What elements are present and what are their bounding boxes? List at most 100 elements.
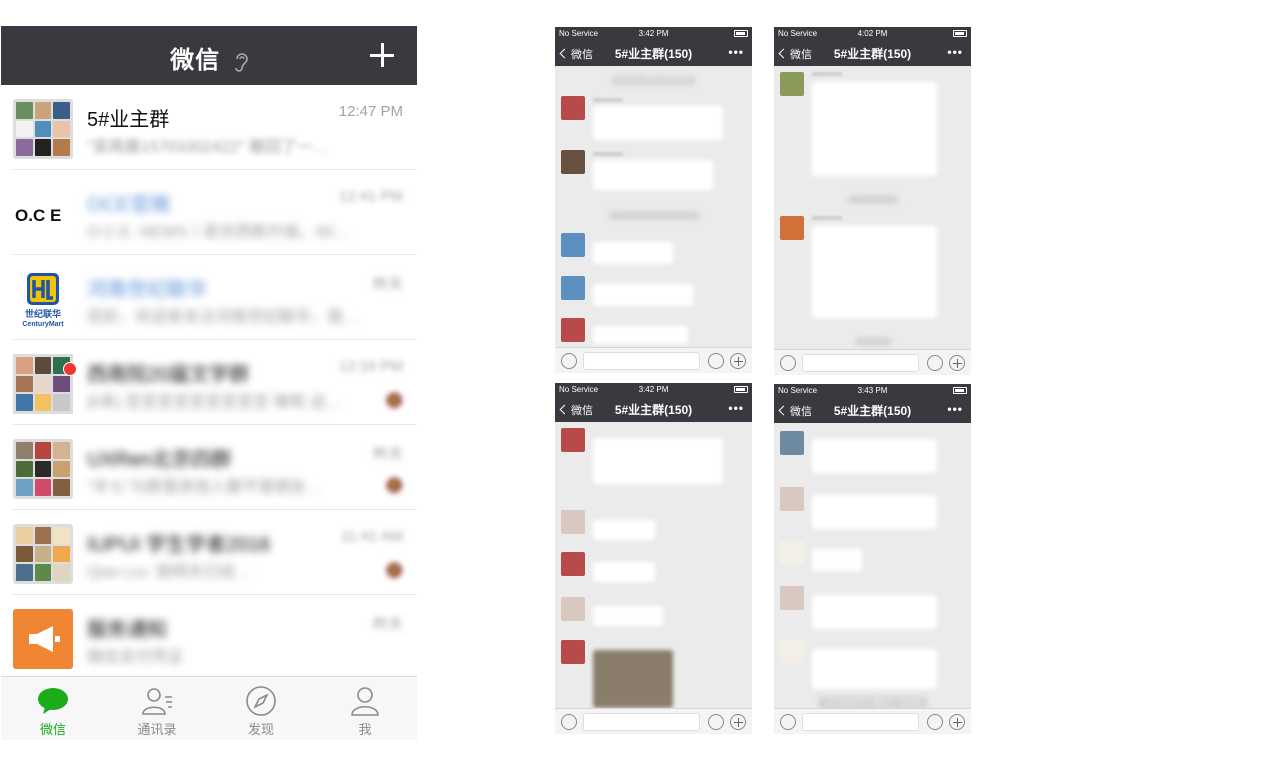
group-avatar (13, 99, 73, 159)
time-tip: Jun 24, 2018 12:34 PM (612, 76, 695, 85)
message-bubble (812, 82, 937, 176)
message-bubble (593, 562, 655, 582)
wechat-main-screen: 微信 5#业主群 12:47 PM "吴雨晨15703302422" 撤回了一…… (1, 26, 417, 740)
chat-name: OCE官微 (87, 194, 171, 216)
message-bubble (593, 242, 673, 264)
group-avatar (13, 439, 73, 499)
emoji-icon[interactable] (708, 353, 724, 369)
more-icon[interactable]: ••• (728, 401, 744, 415)
mute-bell-icon: 🔕 (385, 477, 403, 493)
message-bubble (593, 106, 723, 140)
status-time: 3:42 PM (638, 385, 669, 394)
more-icon[interactable]: ••• (728, 45, 744, 59)
tab-label: 我 (358, 722, 372, 737)
centurymart-logo: 世纪联华 CenturyMart (13, 269, 73, 329)
chat-name: IUPUI 学生学者2016 (87, 534, 271, 556)
battery-icon (953, 387, 967, 394)
tab-label: 通讯录 (137, 722, 177, 737)
chat-name: 5#业主群 (87, 109, 170, 131)
chat-row[interactable]: IUPUI 学生学者2016 11:41 AM Qian Liu: 我明天已经…… (13, 510, 417, 595)
emoji-icon[interactable] (927, 714, 943, 730)
sender-avatar (561, 96, 585, 120)
add-icon[interactable] (949, 355, 965, 371)
status-time: 3:43 PM (857, 386, 888, 395)
status-time: 3:42 PM (638, 29, 669, 38)
emoji-icon[interactable] (708, 714, 724, 730)
chat-name: 服务通知 (87, 619, 167, 641)
emoji-icon[interactable] (927, 355, 943, 371)
more-icon[interactable]: ••• (947, 402, 963, 416)
status-bar: No Service 3:43 PM (774, 384, 971, 397)
chat-screen: No Service 3:42 PM 微信 5#业主群(150) ••• Jun… (555, 27, 752, 373)
sender-nick (812, 72, 842, 76)
chat-bubble-icon (38, 688, 68, 714)
tab-me[interactable]: 我 (313, 677, 417, 740)
message-bubble (593, 326, 688, 344)
sender-avatar (780, 639, 804, 663)
screenshot-collage: 微信 5#业主群 12:47 PM "吴雨晨15703302422" 撤回了一…… (0, 0, 1280, 768)
chat-title: 5#业主群(150) (614, 403, 693, 417)
input-bar (774, 349, 971, 375)
message-input[interactable] (802, 713, 919, 731)
add-icon[interactable] (949, 714, 965, 730)
battery-icon (953, 30, 967, 37)
chat-row[interactable]: 世纪联华 CenturyMart 河南世纪联华 昨天 您好，欢迎来关注河南世纪联… (13, 255, 417, 340)
chat-screen: No Service 4:02 PM 微信 5#业主群(150) ••• (774, 27, 971, 375)
message-input[interactable] (583, 352, 700, 370)
message-input[interactable] (583, 713, 700, 731)
message-input[interactable] (802, 354, 919, 372)
message-bubble (812, 549, 862, 571)
message-bubble (812, 595, 937, 629)
voice-icon[interactable] (561, 714, 577, 730)
chat-row[interactable]: 5#业主群 12:47 PM "吴雨晨15703302422" 撤回了一… (13, 85, 417, 170)
chat-time: 11:41 AM (340, 528, 403, 545)
message-bubble (593, 438, 723, 484)
chat-title: 5#业主群(150) (833, 404, 912, 418)
input-bar (774, 708, 971, 734)
chat-preview: "吴雨晨15703302422" 撤回了一… (87, 139, 329, 156)
system-tip (847, 196, 898, 203)
sender-nick (593, 98, 623, 102)
chat-name: 河南世纪联华 (87, 279, 207, 301)
chat-preview: Qian Liu: 我明天已经… (87, 564, 252, 581)
add-icon[interactable] (730, 353, 746, 369)
chat-nav-bar: 微信 5#业主群(150) ••• (555, 396, 752, 422)
voice-icon[interactable] (561, 353, 577, 369)
sender-avatar (780, 541, 804, 565)
message-bubble (812, 439, 937, 473)
message-bubble (593, 160, 713, 190)
tab-discover[interactable]: 发现 (209, 677, 313, 740)
tab-bar: 微信 通讯录 发现 我 (1, 676, 417, 740)
plus-icon[interactable] (367, 40, 397, 70)
oce-logo: O.C E (13, 184, 73, 244)
chat-nav-bar: 微信 5#业主群(150) ••• (555, 40, 752, 66)
chat-row[interactable]: 服务通知 昨天 微信支付凭证 (13, 595, 417, 680)
main-title: 微信 (1, 40, 417, 75)
chat-row[interactable]: O.C E OCE官微 12:41 PM O.C.E. NEWS丨若衣而新升级，… (13, 170, 417, 255)
message-area (774, 66, 971, 349)
sender-avatar (780, 586, 804, 610)
main-title-text: 微信 (170, 47, 221, 74)
sender-avatar (561, 552, 585, 576)
voice-icon[interactable] (780, 714, 796, 730)
more-icon[interactable]: ••• (947, 45, 963, 59)
logo-en-text: CenturyMart (22, 321, 64, 328)
tab-contacts[interactable]: 通讯录 (105, 677, 209, 740)
message-area: Jun 24, 2018 12:34 PM (555, 66, 752, 347)
system-tip (854, 338, 891, 345)
chat-time: 昨天 (372, 446, 403, 463)
person-icon (351, 687, 379, 716)
chat-row[interactable]: 西南院20届文学群 12:16 PM [6条] 至至至至至至至至至 哪呢 这… … (13, 340, 417, 425)
add-icon[interactable] (730, 714, 746, 730)
voice-icon[interactable] (780, 355, 796, 371)
chat-row[interactable]: UXRen北京四群 昨天 "丰七"与群里其他人都不是朋友… 🔕 (13, 425, 417, 510)
contacts-icon (142, 688, 172, 715)
message-bubble (812, 226, 937, 318)
sender-avatar (561, 276, 585, 300)
status-bar: No Service 3:42 PM (555, 27, 752, 40)
sender-nick (812, 216, 842, 220)
tab-wechat[interactable]: 微信 (1, 677, 105, 740)
message-area: "15703302422" 撤回了一条消息 (774, 423, 971, 709)
sender-avatar (780, 487, 804, 511)
battery-icon (734, 30, 748, 37)
